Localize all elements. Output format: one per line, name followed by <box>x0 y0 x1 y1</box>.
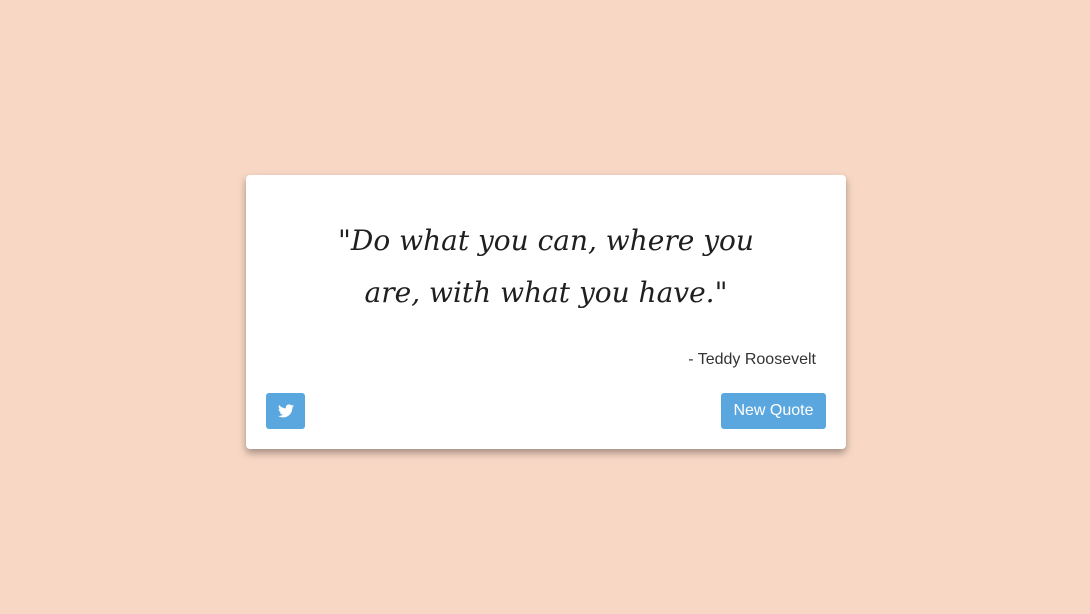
quote-card: "Do what you can, where you are, with wh… <box>246 175 846 449</box>
quote-author: - Teddy Roosevelt <box>688 351 816 368</box>
tweet-button[interactable] <box>266 393 305 429</box>
quote-text: "Do what you can, where you are, with wh… <box>338 224 754 309</box>
twitter-icon <box>277 404 294 418</box>
new-quote-button[interactable]: New Quote <box>721 393 826 429</box>
